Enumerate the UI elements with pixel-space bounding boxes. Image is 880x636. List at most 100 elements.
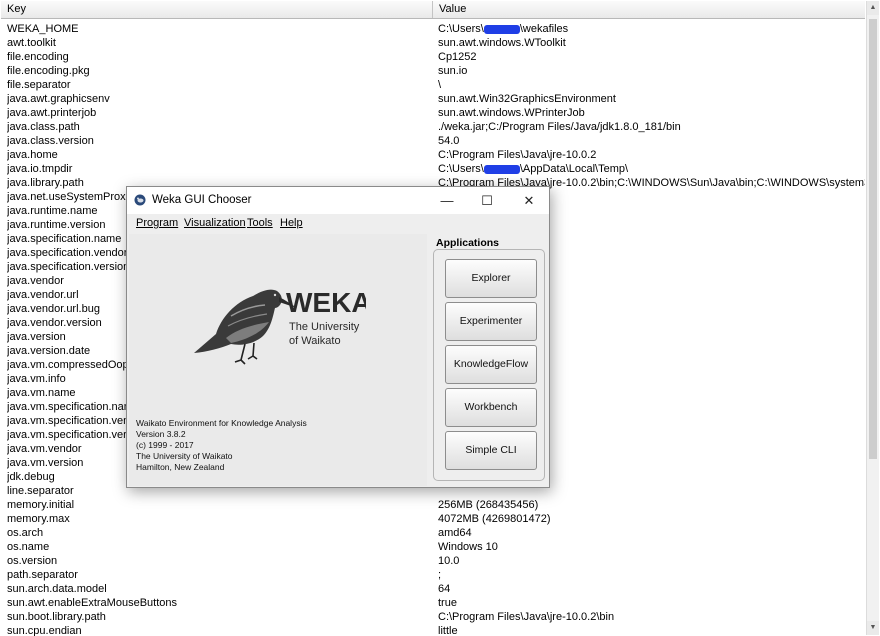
experimenter-button[interactable]: Experimenter [445, 302, 537, 341]
property-value: 54.0 [438, 135, 460, 147]
table-row[interactable]: memory.max 4072MB (4269801472) [1, 512, 865, 526]
table-row[interactable]: java.io.tmpdir C:\Users\ \AppData\Local\Te… [1, 162, 865, 176]
property-key: WEKA_HOME [7, 23, 79, 35]
property-value: ; [438, 569, 442, 581]
table-row[interactable]: sun.cpu.endian little [1, 624, 865, 636]
table-row[interactable]: sun.arch.data.model 64 [1, 582, 865, 596]
property-value: ./weka.jar;C:/Program Files/Java/jdk1.8.… [438, 121, 681, 133]
property-value: sun.awt.Win32GraphicsEnvironment [438, 93, 616, 105]
table-row[interactable]: java.awt.printerjob sun.awt.windows.WPrin… [1, 106, 865, 120]
info-line: Hamilton, New Zealand [136, 462, 225, 472]
knowledgeflow-button[interactable]: KnowledgeFlow [445, 345, 537, 384]
table-row[interactable]: java.awt.graphicsenv sun.awt.Win32Graphic… [1, 92, 865, 106]
property-key: sun.awt.enableExtraMouseButtons [7, 597, 177, 609]
property-value: little [438, 625, 458, 636]
maximize-button[interactable]: ☐ [467, 187, 507, 214]
close-button[interactable]: ✕ [509, 187, 549, 214]
property-key: java.class.path [7, 121, 80, 133]
property-key: file.encoding [7, 51, 69, 63]
vertical-scrollbar[interactable]: ▲ ▼ [866, 1, 879, 635]
minimize-button[interactable]: — [427, 187, 467, 214]
property-value: \ [438, 79, 442, 91]
property-value: 4072MB (4269801472) [438, 513, 551, 525]
property-value: 10.0 [438, 555, 460, 567]
property-key: memory.initial [7, 499, 75, 511]
weka-gui-chooser-window: Weka GUI Chooser — ☐ ✕ Program Visualiza… [126, 186, 550, 488]
menu-bar: Program Visualization Tools Help [127, 215, 549, 233]
window-title: Weka GUI Chooser [152, 194, 252, 206]
property-value: C:\Users\ \AppData\Local\Temp\ [438, 163, 629, 175]
logo-waikato-line: of Waikato [289, 335, 341, 347]
property-key: sun.boot.library.path [7, 611, 106, 623]
menu-program[interactable]: Program [136, 217, 178, 229]
table-row[interactable]: file.encoding Cp1252 [1, 50, 865, 64]
property-key: java.awt.graphicsenv [7, 93, 110, 105]
table-row[interactable]: os.arch amd64 [1, 526, 865, 540]
info-line: Version 3.8.2 [136, 429, 186, 439]
table-row[interactable]: path.separator; [1, 568, 865, 582]
weka-logo-wordmark: WEKA [286, 287, 366, 318]
redacted-username [483, 164, 520, 174]
property-key: os.name [7, 541, 50, 553]
info-line: (c) 1999 - 2017 [136, 440, 194, 450]
table-row[interactable]: file.encoding.pkg sun.io [1, 64, 865, 78]
applications-label: Applications [436, 237, 500, 249]
property-key: sun.cpu.endian [7, 625, 82, 636]
property-key: awt.toolkit [7, 37, 56, 49]
property-key: file.encoding.pkg [7, 65, 90, 77]
property-key: java.class.version [7, 135, 94, 147]
logo-panel: WEKA The University of Waikato Waikato E… [129, 234, 427, 486]
property-key: file.separator [7, 79, 71, 91]
table-row[interactable]: file.separator \ [1, 78, 865, 92]
property-value: 256MB (268435456) [438, 499, 539, 511]
property-value: Windows 10 [438, 541, 498, 553]
table-row[interactable]: java.class.version 54.0 [1, 134, 865, 148]
column-header-key[interactable]: Key [1, 1, 433, 18]
property-value: C:\Program Files\Java\jre-10.0.2 [438, 149, 597, 161]
property-key: os.arch [7, 527, 44, 539]
weka-logo: WEKA The University of Waikato [194, 287, 366, 365]
table-row[interactable]: sun.boot.library.path C:\Program Files\Ja… [1, 610, 865, 624]
table-row[interactable]: java.home C:\Program Files\Java\jre-10.0.… [1, 148, 865, 162]
table-row[interactable]: awt.toolkit sun.awt.windows.WToolkit [1, 36, 865, 50]
column-header-value[interactable]: Value [433, 1, 865, 18]
property-key: java.io.tmpdir [7, 163, 73, 175]
table-header: Key Value [1, 1, 865, 19]
property-value: sun.awt.windows.WPrinterJob [438, 107, 585, 119]
table-row[interactable]: WEKA_HOME C:\Users\ \wekafiles [1, 22, 865, 36]
logo-university-line: The University [289, 321, 360, 333]
property-key: sun.arch.data.model [7, 583, 107, 595]
property-key: java.home [7, 149, 58, 161]
property-value: 64 [438, 583, 451, 595]
property-key: path.separator [7, 569, 78, 581]
menu-tools[interactable]: Tools [247, 217, 273, 229]
table-row[interactable]: memory.initial 256MB (268435456) [1, 498, 865, 512]
property-value: C:\Users\ \wekafiles [438, 23, 569, 35]
property-value: sun.awt.windows.WToolkit [438, 37, 566, 49]
property-key: os.version [7, 555, 58, 567]
property-key: java.awt.printerjob [7, 107, 97, 119]
menu-visualization[interactable]: Visualization [184, 217, 246, 229]
scrollbar-thumb[interactable] [869, 19, 877, 459]
menu-help[interactable]: Help [280, 217, 303, 229]
title-bar[interactable]: Weka GUI Chooser — ☐ ✕ [127, 187, 549, 214]
property-value: Cp1252 [438, 51, 477, 63]
redacted-username [483, 24, 520, 34]
property-value: true [438, 597, 457, 609]
simple-cli-button[interactable]: Simple CLI [445, 431, 537, 470]
property-value: amd64 [438, 527, 472, 539]
explorer-button[interactable]: Explorer [445, 259, 537, 298]
table-row[interactable]: os.version 10.0 [1, 554, 865, 568]
weka-bird-icon [194, 289, 297, 365]
info-line: The University of Waikato [136, 451, 233, 461]
table-row[interactable]: java.class.path ./weka.jar;C:/Program Fil… [1, 120, 865, 134]
workbench-button[interactable]: Workbench [445, 388, 537, 427]
scroll-up-icon[interactable]: ▲ [867, 1, 879, 15]
property-value: C:\Program Files\Java\jre-10.0.2\bin [438, 611, 615, 623]
property-key: memory.max [7, 513, 70, 525]
weka-bird-app-icon [134, 194, 146, 206]
scroll-down-icon[interactable]: ▼ [867, 621, 879, 635]
applications-panel: Explorer Experimenter KnowledgeFlow Work… [433, 249, 545, 481]
table-row[interactable]: sun.awt.enableExtraMouseButtons true [1, 596, 865, 610]
table-row[interactable]: os.name Windows 10 [1, 540, 865, 554]
